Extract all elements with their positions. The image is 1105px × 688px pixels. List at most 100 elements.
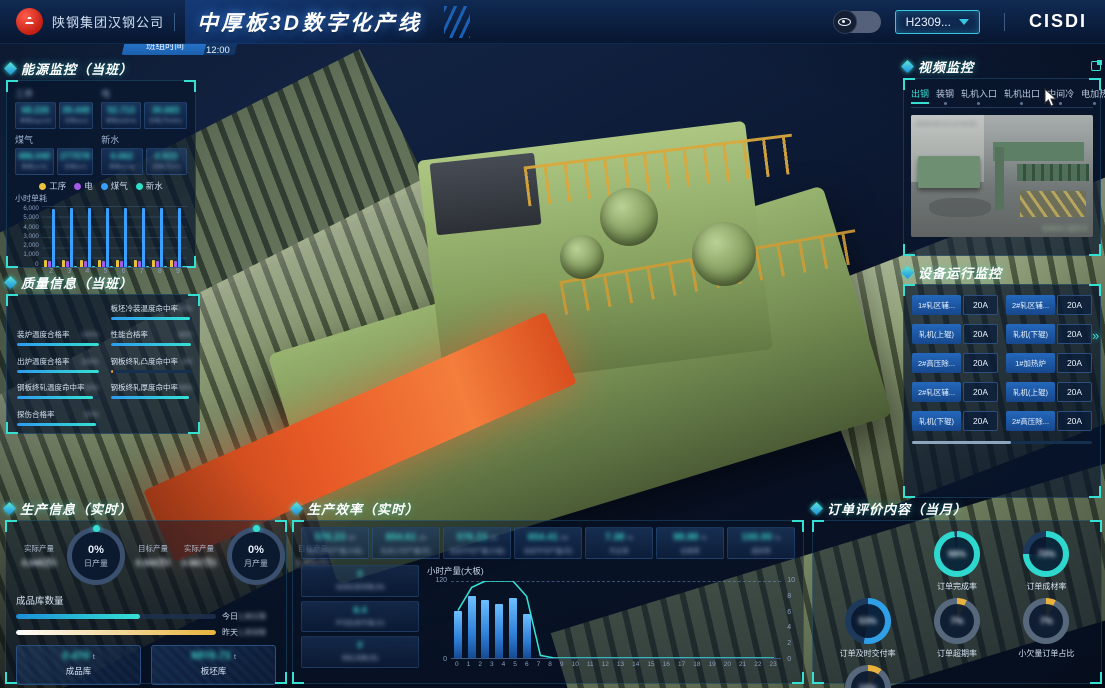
daily-output-ring: 0% 日产量 (67, 527, 125, 585)
quality-info-panel: 质量信息（当班） 板坯冷装温度命中率97% 装炉温度合格率100% 性能合格率9… (6, 272, 200, 434)
order-evaluation-panel: 订单评价内容（当月） 98%订单完成率 75%订单成材率 53%订单及时交付率 … (812, 498, 1102, 684)
equipment-item: 轧机(上辊)20A (912, 324, 998, 344)
efficiency-stat: 100.00 %成材率 (727, 527, 795, 559)
efficiency-stat: 576.23 t/h轧机小时产量(大板) (301, 527, 369, 559)
energy-value: 52.713 (104, 105, 138, 115)
quality-item: 探伤合格率97% (17, 409, 99, 429)
hourly-chart-y2-axis: 1086420 (787, 577, 795, 663)
quality-item: 钢板终轧温度命中率93% (17, 382, 99, 402)
visibility-toggle[interactable] (833, 11, 881, 33)
video-panel-title: 视频监控 (918, 57, 974, 76)
monthly-output-ring: 0% 月产量 (227, 527, 285, 585)
energy-value: 30.683 (147, 105, 184, 115)
production-line-select[interactable]: H2309... (895, 10, 980, 34)
efficiency-panel: 生产效率（实时） 576.23 t/h轧机小时产量(大板) 654.61 t/h… (292, 498, 804, 684)
energy-monitor-panel: 能源监控（当班） 工序 68.226单耗(kgce/t) 39.449总耗(tc… (6, 58, 196, 268)
energy-value: 68.226 (18, 105, 53, 115)
energy-group-water: 新水 6.662单耗(m³/t) 0.915总耗(万m³) (101, 133, 187, 175)
panel-expand-icon[interactable] (1091, 61, 1101, 71)
quality-panel-title: 质量信息（当班） (21, 273, 133, 292)
quality-item: 装炉温度合格率100% (17, 329, 99, 349)
equipment-item: 轧机(上辊)20A (1006, 382, 1092, 402)
order-donut: 7%订单超期率 (916, 598, 997, 659)
gem-icon (901, 266, 914, 279)
daily-output-gauge: 实际产量0.045万t 0% 日产量 目标产量0.500万t (16, 527, 176, 585)
gem-icon (290, 502, 303, 515)
finished-stock-box: 0.476 t 成品库 (16, 645, 141, 685)
brand-logo: CISDI (1029, 11, 1087, 32)
order-donut: 7%小欠量订单占比 (1006, 598, 1087, 659)
camera-timestamp: 2023-09-13 10:08:26 (916, 119, 976, 126)
energy-value: 6.662 (104, 151, 139, 161)
tab-tapping[interactable]: 出钢 (911, 87, 929, 103)
equipment-item: 轧机(下辊)20A (912, 411, 998, 431)
side-stat: 0待轧块数(块) (301, 636, 419, 668)
slab-stock-box: 8876.72 t 板坯库 (151, 645, 276, 685)
equipment-item: 2#高压除...20A (1006, 411, 1092, 431)
production-panel-title: 生产信息（实时） (20, 499, 132, 518)
order-donut: 53%订单及时交付率 (827, 598, 908, 659)
efficiency-panel-title: 生产效率（实时） (307, 499, 419, 518)
equipment-item: 2#高压除...20A (912, 353, 998, 373)
order-donut: 10%余材订单占比 (827, 665, 908, 688)
gem-icon (810, 502, 823, 515)
equipment-scrollbar (912, 441, 1092, 444)
quality-item: 板坯冷装温度命中率97% (111, 303, 193, 323)
stock-title: 成品库数量 (16, 593, 276, 607)
efficiency-stat: 654.41 t/h当班平均产量(坯) (514, 527, 582, 559)
dashboard-root: 陕钢集团汉钢公司 中厚板3D数字化产线 H2309... CISDI 能源监控（… (0, 0, 1105, 688)
tab-mill-entry[interactable]: 轧机入口 (961, 87, 997, 103)
panel-collapse-chevron-icon[interactable]: » (1092, 328, 1099, 343)
gem-icon (3, 502, 16, 515)
energy-panel-title: 能源监控（当班） (21, 59, 133, 78)
energy-value: 486.040 (18, 151, 51, 161)
camera-feed[interactable]: 2023-09-13 10:08:26 轧机出口监控点 (911, 115, 1093, 237)
equipment-item: 2#轧区辅...20A (1006, 295, 1092, 315)
energy-group-electric: 电 52.713单耗(kWh/t) 30.683总耗(万kWh) (101, 87, 187, 129)
energy-value: 277578 (60, 151, 91, 161)
camera-label: 轧机出口监控点 (1043, 223, 1089, 233)
mouse-cursor (1044, 88, 1057, 107)
equipment-monitor-panel: 设备运行监控 1#轧区辅...20A 2#轧区辅...20A 轧机(上辊)20A… (903, 262, 1101, 498)
equipment-item: 1#加热炉20A (1006, 353, 1092, 373)
energy-chart-legend: 工序 电 煤气 新水 (15, 180, 187, 192)
gem-icon (4, 62, 17, 75)
quality-item: 钢板终轧凸度命中率3% (111, 356, 193, 376)
gem-icon (4, 276, 17, 289)
title-banner: 中厚板3D数字化产线 (185, 0, 448, 44)
energy-bar-chart: 6,0005,0004,0003,0002,0001,0000 (15, 206, 187, 268)
gem-icon (901, 60, 914, 73)
scrollbar-thumb[interactable] (912, 441, 1011, 444)
equipment-item: 轧机(下辊)20A (1006, 324, 1092, 344)
hourly-output-chart: 小时产量(大板) 1200 1086420 012345678910111213… (427, 565, 795, 668)
quality-item: 出炉温度合格率100% (17, 356, 99, 376)
header-divider (1004, 13, 1005, 31)
hourly-chart-x-axis: 01234567891011121314151617181920212223 (451, 661, 781, 668)
tab-mill-exit[interactable]: 轧机出口 (1004, 87, 1040, 103)
tab-charging[interactable]: 装钢 (936, 87, 954, 103)
equipment-item: 1#轧区辅...20A (912, 295, 998, 315)
production-info-panel: 生产信息（实时） 实际产量0.045万t 0% 日产量 目标产量0.500万t … (5, 498, 287, 684)
video-monitor-panel: 视频监控 出钢 装钢 轧机入口 轧机出口 中间冷 电加热 2023-09-13 … (903, 56, 1101, 256)
efficiency-stat: 654.61 t/h轧机小时产量(坯) (372, 527, 440, 559)
eye-icon (833, 10, 857, 34)
side-stat: 8.4平均轧制节奏(分) (301, 601, 419, 633)
stock-bar-today: 今日1,801块 (16, 611, 276, 622)
efficiency-stat: 7.38 %作业率 (585, 527, 653, 559)
order-donut: 75%订单成材率 (1006, 531, 1087, 592)
quality-item: 性能合格率99% (111, 329, 193, 349)
hourly-line-series (451, 581, 781, 658)
energy-chart-y-axis: 6,0005,0004,0003,0002,0001,0000 (15, 206, 42, 268)
company-logo-icon (16, 8, 43, 35)
energy-value: 39.449 (62, 105, 91, 115)
orders-panel-title: 订单评价内容（当月） (827, 499, 967, 518)
tab-electric-heating[interactable]: 电加热 (1081, 87, 1105, 103)
stock-bar-yesterday: 昨天1,959块 (16, 627, 276, 638)
efficiency-stat: 576.23 t/h当班平均产量(大板) (443, 527, 511, 559)
energy-group-gas: 煤气 486.040单耗(m³/t) 277578总耗(m³) (15, 133, 93, 175)
equipment-panel-title: 设备运行监控 (918, 263, 1002, 282)
hourly-chart-y-axis: 1200 (427, 577, 447, 663)
page-title: 中厚板3D数字化产线 (197, 7, 422, 37)
chevron-down-icon (959, 19, 969, 25)
energy-value: 0.915 (149, 151, 184, 161)
